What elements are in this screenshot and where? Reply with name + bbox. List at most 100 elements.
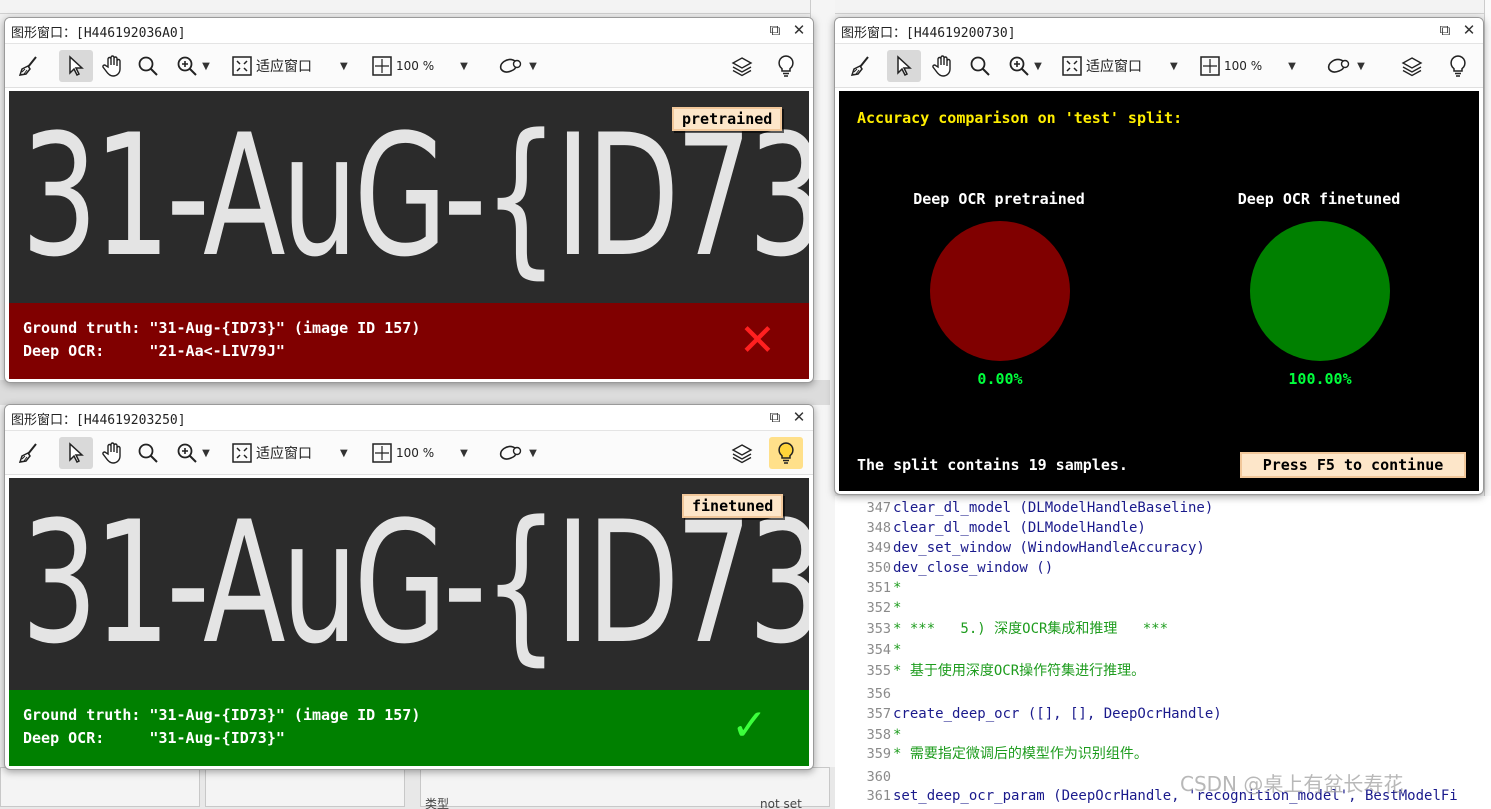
- close-icon[interactable]: ✕: [791, 21, 807, 39]
- graphics-window-accuracy[interactable]: 图形窗口：[H44619200730] ⧉ ✕ ▼ 适应窗口 ▼ 100 % ▼ ▼…: [834, 17, 1484, 495]
- split-sample-count: The split contains 19 samples.: [857, 456, 1128, 474]
- window-toolbar: ▼ 适应窗口 ▼ 100 % ▼ ▼: [5, 431, 813, 475]
- code-line[interactable]: 353 * *** 5.) 深度OCR集成和推理 ***: [835, 619, 1491, 639]
- window-toolbar: ▼ 适应窗口 ▼ 100 % ▼ ▼: [5, 44, 813, 88]
- code-line[interactable]: 354 *: [835, 640, 1491, 660]
- line-text: create_deep_ocr ([], [], DeepOcrHandle): [893, 706, 1222, 722]
- pan-hand-icon[interactable]: [927, 50, 959, 82]
- line-number: 361: [866, 788, 891, 804]
- code-line[interactable]: 352 *: [835, 598, 1491, 618]
- model-label-pretrained: Deep OCR pretrained: [913, 190, 1085, 208]
- code-line[interactable]: 358 *: [835, 725, 1491, 745]
- zoom-in-icon[interactable]: ▼: [169, 437, 217, 469]
- code-line[interactable]: 350 dev_close_window (): [835, 558, 1491, 578]
- code-line[interactable]: 348 clear_dl_model (DLModelHandle): [835, 518, 1491, 538]
- fit-window-icon: [232, 56, 252, 76]
- cross-icon: ✕: [739, 315, 776, 366]
- code-line[interactable]: 359 * 需要指定微调后的模型作为识别组件。: [835, 744, 1491, 764]
- image-canvas[interactable]: 31-AuG-{ID73} pretrained Ground truth: "…: [9, 91, 809, 379]
- clear-broom-icon[interactable]: [15, 437, 43, 469]
- restore-icon[interactable]: ⧉: [767, 21, 783, 39]
- line-text: * 需要指定微调后的模型作为识别组件。: [893, 746, 1148, 762]
- code-line[interactable]: 351 *: [835, 578, 1491, 598]
- code-line[interactable]: 355 * 基于使用深度OCR操作符集进行推理。: [835, 661, 1491, 681]
- bulb-icon[interactable]: [769, 437, 803, 469]
- magnifier-icon[interactable]: [133, 437, 163, 469]
- zoom-level-dropdown[interactable]: 100 % ▼: [371, 50, 481, 82]
- zoom-in-icon[interactable]: ▼: [1001, 50, 1049, 82]
- zoom-level-icon: [372, 443, 392, 463]
- bulb-icon[interactable]: [769, 50, 803, 82]
- code-line[interactable]: 356: [835, 684, 1491, 704]
- restore-icon[interactable]: ⧉: [767, 408, 783, 426]
- line-text: dev_set_window (WindowHandleAccuracy): [893, 540, 1205, 556]
- ide-type-label: 类型: [425, 797, 450, 809]
- ide-bottom-panel: [0, 767, 835, 809]
- model-tag: pretrained: [672, 107, 783, 131]
- graphics-window-finetuned[interactable]: 图形窗口：[H44619203250] ⧉ ✕ ▼ 适应窗口 ▼ 100 % ▼ ▼…: [4, 404, 814, 770]
- result-panel: Ground truth: "31-Aug-{ID73}" (image ID …: [9, 690, 809, 766]
- zoom-level-label: 100 %: [1224, 59, 1263, 73]
- continue-button[interactable]: Press F5 to continue: [1240, 452, 1466, 478]
- window-toolbar: ▼ 适应窗口 ▼ 100 % ▼ ▼: [835, 44, 1483, 88]
- line-number: 355: [866, 663, 891, 679]
- image-canvas[interactable]: 31-AuG-{ID73} finetuned Ground truth: "3…: [9, 478, 809, 766]
- clear-broom-icon[interactable]: [847, 50, 875, 82]
- zoom-level-dropdown[interactable]: 100 % ▼: [1199, 50, 1309, 82]
- accuracy-value-finetuned: 100.00%: [1288, 370, 1352, 388]
- ide-background-panel: [0, 380, 830, 405]
- deep-ocr-text: Deep OCR: "31-Aug-{ID73}": [23, 729, 285, 747]
- close-icon[interactable]: ✕: [791, 408, 807, 426]
- close-icon[interactable]: ✕: [1461, 21, 1477, 39]
- ide-right-edge: [1484, 0, 1491, 500]
- code-line[interactable]: 347 clear_dl_model (DLModelHandleBaseline…: [835, 498, 1491, 518]
- line-number: 357: [866, 706, 891, 722]
- pan-hand-icon[interactable]: [97, 50, 129, 82]
- accuracy-value-pretrained: 0.00%: [977, 370, 1023, 388]
- fit-window-dropdown[interactable]: 适应窗口 ▼: [231, 50, 367, 82]
- fit-window-icon: [232, 443, 252, 463]
- clear-broom-icon[interactable]: [15, 50, 43, 82]
- code-line[interactable]: 349 dev_set_window (WindowHandleAccuracy): [835, 538, 1491, 558]
- layers-icon[interactable]: [1397, 50, 1427, 82]
- accuracy-heading: Accuracy comparison on 'test' split:: [857, 109, 1183, 127]
- layers-icon[interactable]: [727, 437, 757, 469]
- window-title: 图形窗口：[H446192036A0]: [11, 26, 186, 41]
- window-titlebar[interactable]: 图形窗口：[H44619200730] ⧉ ✕: [835, 18, 1483, 44]
- fit-window-dropdown[interactable]: 适应窗口 ▼: [1061, 50, 1197, 82]
- draw-region-icon[interactable]: ▼: [1321, 50, 1369, 82]
- pan-hand-icon[interactable]: [97, 437, 129, 469]
- window-title: 图形窗口：[H44619203250]: [11, 413, 186, 428]
- line-number: 347: [866, 500, 891, 516]
- line-text: *: [893, 642, 902, 658]
- restore-icon[interactable]: ⧉: [1437, 21, 1453, 39]
- draw-region-icon[interactable]: ▼: [493, 50, 541, 82]
- graphics-window-pretrained[interactable]: 图形窗口：[H446192036A0] ⧉ ✕ ▼ 适应窗口 ▼ 100 % ▼ ▼…: [4, 17, 814, 383]
- draw-region-icon[interactable]: ▼: [493, 437, 541, 469]
- bulb-icon[interactable]: [1441, 50, 1475, 82]
- magnifier-icon[interactable]: [965, 50, 995, 82]
- line-text: *: [893, 600, 902, 616]
- line-number: 356: [866, 686, 891, 702]
- fit-window-dropdown[interactable]: 适应窗口 ▼: [231, 437, 367, 469]
- window-titlebar[interactable]: 图形窗口：[H44619203250] ⧉ ✕: [5, 405, 813, 431]
- line-number: 359: [866, 746, 891, 762]
- pointer-icon[interactable]: [59, 437, 93, 469]
- ide-top-toolbar: [0, 0, 1491, 14]
- zoom-in-icon[interactable]: ▼: [169, 50, 217, 82]
- fit-window-icon: [1062, 56, 1082, 76]
- window-titlebar[interactable]: 图形窗口：[H446192036A0] ⧉ ✕: [5, 18, 813, 44]
- line-text: clear_dl_model (DLModelHandle): [893, 520, 1146, 536]
- accuracy-canvas[interactable]: Accuracy comparison on 'test' split: Dee…: [839, 91, 1479, 491]
- code-line[interactable]: 357 create_deep_ocr ([], [], DeepOcrHandl…: [835, 704, 1491, 724]
- layers-icon[interactable]: [727, 50, 757, 82]
- pointer-icon[interactable]: [59, 50, 93, 82]
- watermark: CSDN @桌上有盆长寿花: [1180, 772, 1404, 796]
- line-text: *: [893, 580, 902, 596]
- line-number: 354: [866, 642, 891, 658]
- magnifier-icon[interactable]: [133, 50, 163, 82]
- code-editor[interactable]: 347 clear_dl_model (DLModelHandleBaseline…: [835, 496, 1491, 809]
- zoom-level-dropdown[interactable]: 100 % ▼: [371, 437, 481, 469]
- result-panel: Ground truth: "31-Aug-{ID73}" (image ID …: [9, 303, 809, 379]
- pointer-icon[interactable]: [887, 50, 921, 82]
